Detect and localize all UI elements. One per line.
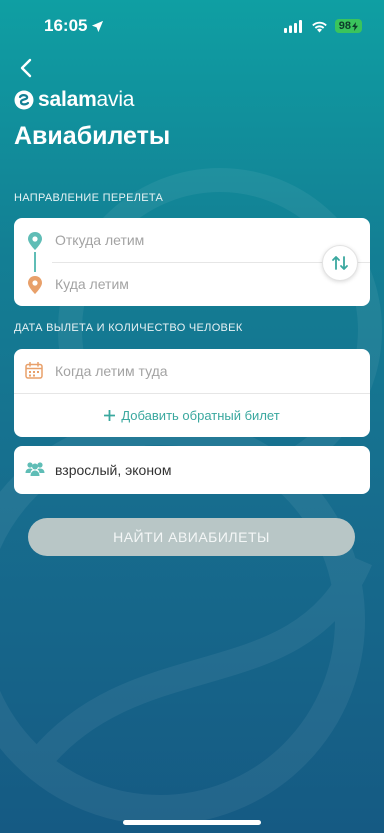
departure-date-placeholder: Когда летим туда	[55, 363, 168, 379]
clock: 16:05	[44, 16, 88, 35]
logo-wordmark: salamavia	[38, 88, 134, 112]
add-return-ticket-button[interactable]: Добавить обратный билет	[14, 393, 370, 437]
plus-icon	[104, 409, 116, 421]
to-field[interactable]: Куда летим	[14, 262, 370, 306]
logo-suffix: avia	[96, 88, 135, 111]
battery-indicator: 98	[334, 19, 362, 33]
date-card: Когда летим туда Добавить обратный билет	[14, 349, 370, 437]
chevron-left-icon	[20, 58, 32, 78]
to-placeholder: Куда летим	[55, 276, 129, 292]
route-card: Откуда летим Куда летим	[14, 218, 370, 306]
status-time: 16:05	[44, 16, 104, 36]
passengers-value: взрослый, эконом	[55, 462, 172, 478]
passengers-field: взрослый, эконом	[14, 448, 370, 492]
wifi-icon	[311, 21, 327, 32]
cellular-signal-icon	[283, 19, 302, 33]
swap-route-button[interactable]	[322, 245, 358, 281]
battery-level: 98	[338, 20, 351, 32]
home-indicator	[123, 820, 261, 825]
date-section-label: ДАТА ВЫЛЕТА И КОЛИЧЕСТВО ЧЕЛОВЕК	[14, 322, 243, 334]
salamavia-logo-icon	[14, 90, 34, 110]
route-section-label: НАПРАВЛЕНИЕ ПЕРЕЛЕТА	[14, 192, 164, 204]
status-bar: 16:05 98	[0, 0, 384, 52]
departure-date-field[interactable]: Когда летим туда	[14, 349, 370, 393]
page-title: Авиабилеты	[14, 122, 171, 150]
logo-brand: salam	[38, 88, 97, 111]
from-placeholder: Откуда летим	[55, 232, 145, 248]
status-icons: 98	[283, 19, 362, 33]
charging-bolt-icon	[352, 21, 358, 31]
swap-arrows-icon	[332, 256, 348, 270]
location-arrow-icon	[92, 20, 104, 32]
passengers-card[interactable]: взрослый, эконом	[14, 446, 370, 494]
add-return-label: Добавить обратный билет	[121, 407, 280, 423]
salamavia-logo: salamavia	[14, 88, 134, 112]
from-field[interactable]: Откуда летим	[14, 218, 370, 262]
search-flights-button[interactable]: НАЙТИ АВИАБИЛЕТЫ	[28, 518, 355, 556]
back-button[interactable]	[12, 56, 40, 80]
